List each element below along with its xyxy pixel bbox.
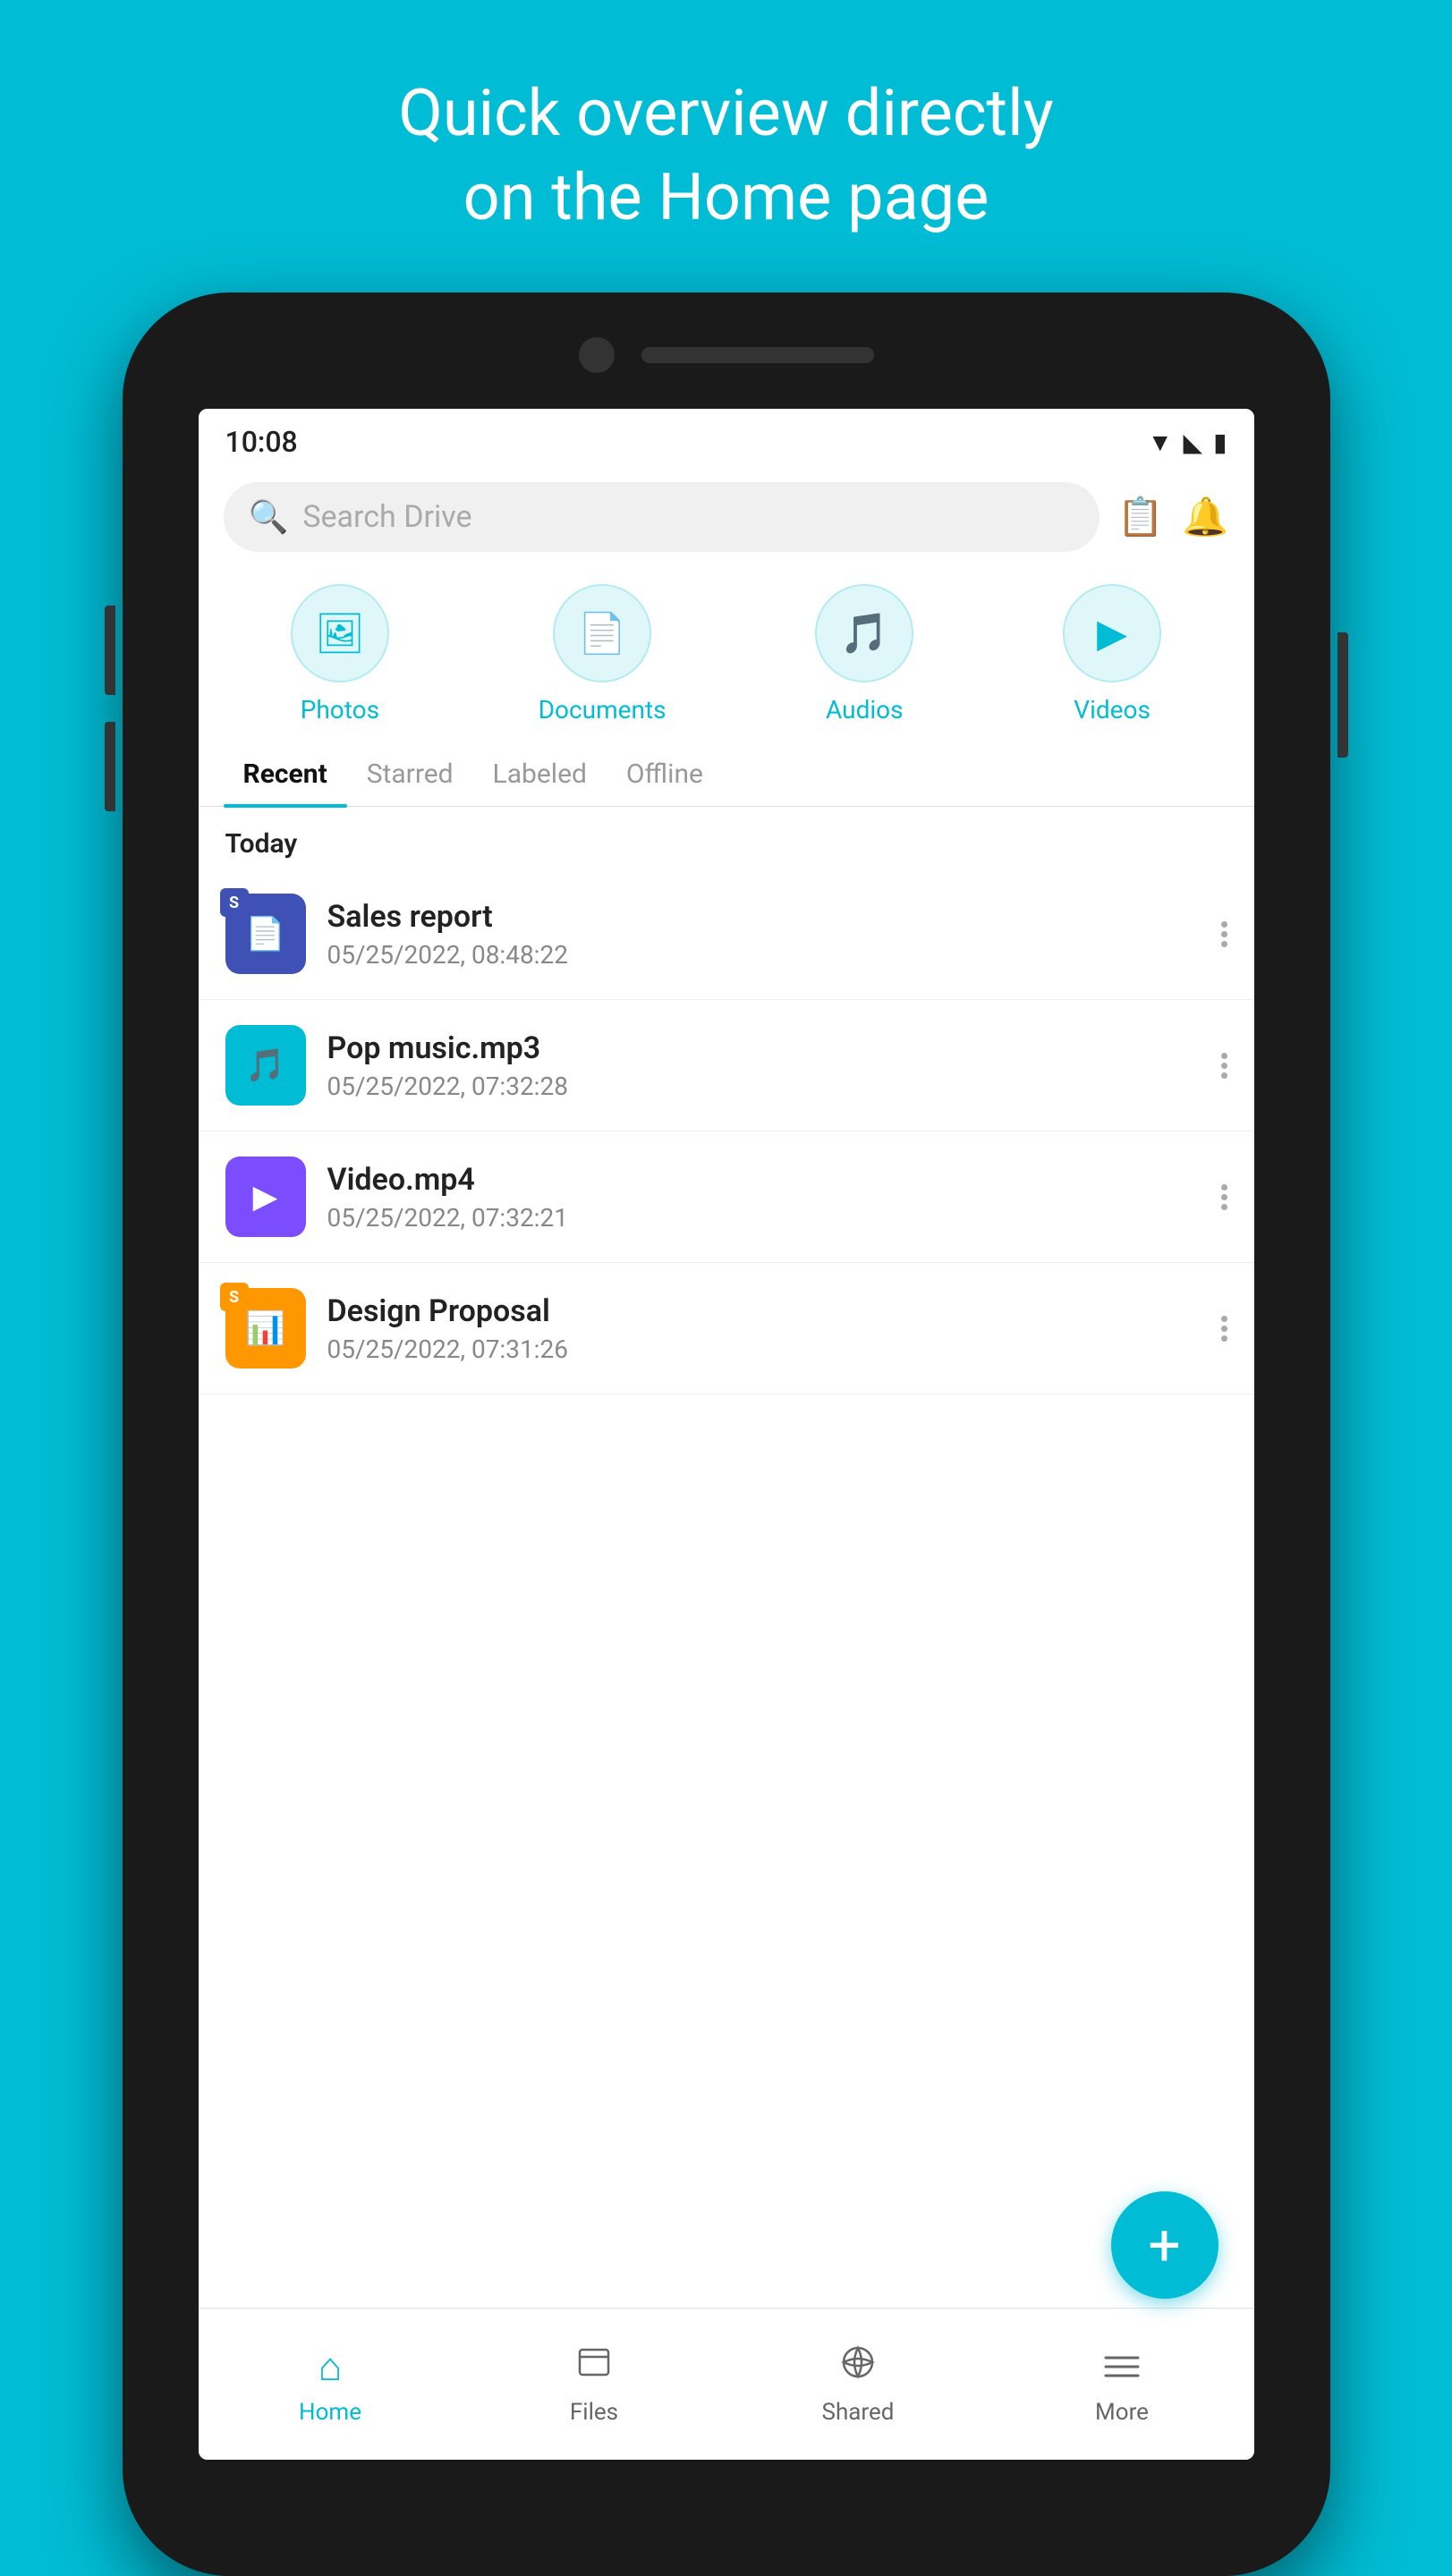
more-icon xyxy=(1104,2343,1140,2390)
tab-offline[interactable]: Offline xyxy=(607,742,723,806)
battery-icon: ▮ xyxy=(1213,428,1227,457)
file-item[interactable]: 🎵 Pop music.mp3 05/25/2022, 07:32:28 xyxy=(199,1000,1254,1131)
file-icon-doc: S 📄 xyxy=(225,894,306,974)
photos-label: Photos xyxy=(301,695,379,724)
home-icon: ⌂ xyxy=(318,2343,343,2390)
category-photos[interactable]: 🖼 Photos xyxy=(291,584,389,724)
file-info: Video.mp4 05/25/2022, 07:32:21 xyxy=(327,1162,1200,1233)
videos-icon: ▶ xyxy=(1063,584,1161,682)
tabs: Recent Starred Labeled Offline xyxy=(199,733,1254,807)
categories: 🖼 Photos 📄 Documents 🎵 Audios ▶ Videos xyxy=(199,566,1254,733)
file-icon-slides: S 📊 xyxy=(225,1288,306,1368)
signal-icon: ◣ xyxy=(1184,428,1203,457)
search-bar[interactable]: 🔍 Search Drive xyxy=(224,482,1100,552)
search-row: 🔍 Search Drive 📋 🔔 xyxy=(199,468,1254,566)
search-input[interactable]: Search Drive xyxy=(302,499,471,535)
nav-files-label: Files xyxy=(570,2399,618,2426)
documents-label: Documents xyxy=(539,695,667,724)
category-videos[interactable]: ▶ Videos xyxy=(1063,584,1161,724)
tab-labeled[interactable]: Labeled xyxy=(473,742,607,806)
category-documents[interactable]: 📄 Documents xyxy=(539,584,667,724)
file-more-button[interactable] xyxy=(1221,1053,1227,1079)
header-actions: 📋 🔔 xyxy=(1117,496,1229,539)
wifi-icon: ▼ xyxy=(1148,428,1173,457)
file-date: 05/25/2022, 07:32:28 xyxy=(327,1072,1200,1101)
nav-files[interactable]: Files xyxy=(463,2343,726,2426)
file-name: Pop music.mp3 xyxy=(327,1030,1200,1066)
fab-add-button[interactable]: + xyxy=(1111,2191,1218,2299)
file-item[interactable]: S 📄 Sales report 05/25/2022, 08:48:22 xyxy=(199,869,1254,1000)
file-date: 05/25/2022, 07:32:21 xyxy=(327,1203,1200,1233)
file-name: Design Proposal xyxy=(327,1293,1200,1329)
status-bar: 10:08 ▼ ◣ ▮ xyxy=(199,409,1254,468)
file-more-button[interactable] xyxy=(1221,921,1227,947)
bell-icon[interactable]: 🔔 xyxy=(1182,496,1228,539)
file-info: Design Proposal 05/25/2022, 07:31:26 xyxy=(327,1293,1200,1364)
tab-starred[interactable]: Starred xyxy=(347,742,473,806)
file-name: Sales report xyxy=(327,899,1200,935)
nav-shared[interactable]: Shared xyxy=(726,2343,990,2426)
phone-mockup: 10:08 ▼ ◣ ▮ 🔍 Search Drive 📋 🔔 xyxy=(123,292,1330,2576)
file-icon-video: ▶ xyxy=(225,1157,306,1237)
status-icons: ▼ ◣ ▮ xyxy=(1148,428,1227,457)
category-audios[interactable]: 🎵 Audios xyxy=(815,584,913,724)
speaker xyxy=(641,347,874,363)
nav-shared-label: Shared xyxy=(822,2399,895,2426)
file-more-button[interactable] xyxy=(1221,1184,1227,1210)
file-item[interactable]: ▶ Video.mp4 05/25/2022, 07:32:21 xyxy=(199,1131,1254,1263)
section-today: Today xyxy=(199,807,1254,869)
file-date: 05/25/2022, 07:31:26 xyxy=(327,1335,1200,1364)
power-button xyxy=(1337,632,1348,758)
file-name: Video.mp4 xyxy=(327,1162,1200,1198)
file-badge: S xyxy=(220,888,249,917)
file-item[interactable]: S 📊 Design Proposal 05/25/2022, 07:31:26 xyxy=(199,1263,1254,1394)
volume-up-button xyxy=(105,606,115,695)
screen-content: 10:08 ▼ ◣ ▮ 🔍 Search Drive 📋 🔔 xyxy=(199,409,1254,2308)
videos-label: Videos xyxy=(1074,695,1151,724)
screen: 10:08 ▼ ◣ ▮ 🔍 Search Drive 📋 🔔 xyxy=(199,409,1254,2460)
file-info: Sales report 05/25/2022, 08:48:22 xyxy=(327,899,1200,970)
file-list: S 📄 Sales report 05/25/2022, 08:48:22 xyxy=(199,869,1254,1394)
nav-home[interactable]: ⌂ Home xyxy=(199,2343,463,2426)
clipboard-icon[interactable]: 📋 xyxy=(1117,496,1164,539)
nav-more[interactable]: More xyxy=(990,2343,1254,2426)
phone-notch xyxy=(579,337,874,373)
search-icon: 🔍 xyxy=(249,498,289,536)
photos-icon: 🖼 xyxy=(291,584,389,682)
file-icon-music: 🎵 xyxy=(225,1025,306,1106)
file-badge: S xyxy=(220,1283,249,1311)
files-icon xyxy=(576,2343,612,2390)
bottom-nav: ⌂ Home Files xyxy=(199,2308,1254,2460)
hero-title: Quick overview directly on the Home page xyxy=(398,0,1053,292)
documents-icon: 📄 xyxy=(553,584,651,682)
status-time: 10:08 xyxy=(225,425,298,459)
nav-more-label: More xyxy=(1095,2399,1149,2426)
file-more-button[interactable] xyxy=(1221,1316,1227,1342)
camera xyxy=(579,337,615,373)
shared-icon xyxy=(840,2343,876,2390)
audios-icon: 🎵 xyxy=(815,584,913,682)
tab-recent[interactable]: Recent xyxy=(224,742,347,806)
audios-label: Audios xyxy=(826,695,904,724)
nav-home-label: Home xyxy=(299,2399,361,2426)
file-date: 05/25/2022, 08:48:22 xyxy=(327,940,1200,970)
volume-down-button xyxy=(105,722,115,811)
file-info: Pop music.mp3 05/25/2022, 07:32:28 xyxy=(327,1030,1200,1101)
